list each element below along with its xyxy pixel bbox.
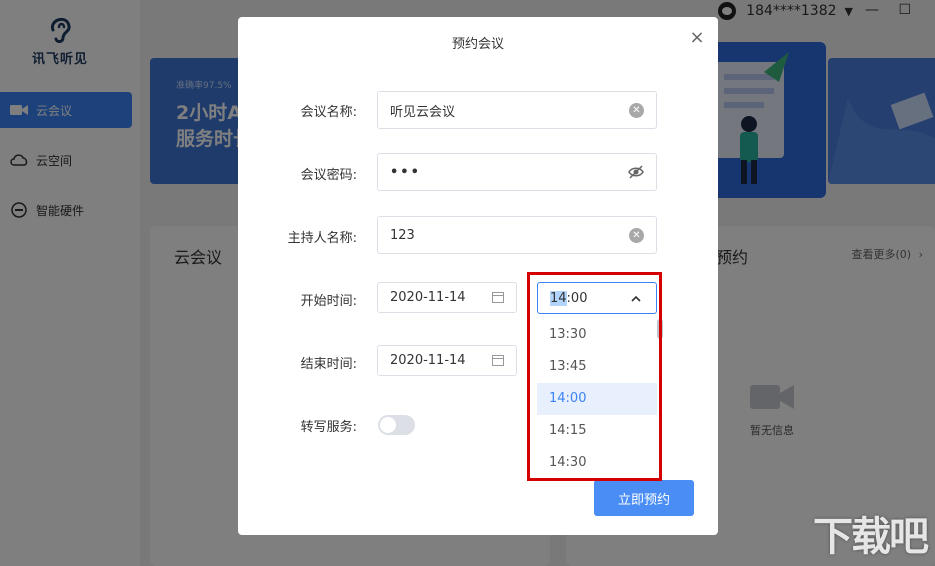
time-option[interactable]: 13:30	[537, 319, 657, 351]
calendar-icon	[492, 355, 504, 366]
close-icon[interactable]: ×	[688, 29, 706, 47]
meeting-name-field[interactable]: 听见云会议 ✕	[377, 91, 657, 129]
schedule-now-button[interactable]: 立即预约	[594, 480, 694, 516]
minute-text: :00	[566, 290, 588, 306]
end-time-label: 结束时间:	[300, 357, 357, 372]
start-time-select[interactable]: 14:00	[537, 282, 657, 314]
meeting-name-label: 会议名称:	[300, 105, 357, 120]
time-option[interactable]: 14:15	[537, 415, 657, 447]
host-name-value: 123	[390, 227, 415, 243]
toggle-knob	[380, 417, 396, 433]
schedule-meeting-dialog: 预约会议 × 会议名称: 听见云会议 ✕ 会议密码: ••• 主持人名称: 12…	[238, 17, 718, 535]
eye-off-icon[interactable]	[628, 164, 644, 180]
end-date-value: 2020-11-14	[390, 353, 466, 368]
start-date-field[interactable]: 2020-11-14	[377, 282, 517, 313]
time-option[interactable]: 13:45	[537, 351, 657, 383]
time-option[interactable]: 14:30	[537, 447, 657, 477]
meeting-password-label: 会议密码:	[300, 168, 357, 183]
meeting-name-value: 听见云会议	[390, 104, 456, 120]
dropdown-scrollbar[interactable]	[657, 319, 663, 339]
chevron-up-icon	[631, 295, 641, 302]
meeting-password-value: •••	[390, 164, 421, 180]
host-name-label: 主持人名称:	[287, 231, 357, 246]
time-options-dropdown: 13:30 13:45 14:00 14:15 14:30	[537, 319, 657, 477]
clear-icon[interactable]: ✕	[629, 103, 644, 118]
clear-icon[interactable]: ✕	[629, 228, 644, 243]
transcription-toggle[interactable]	[378, 415, 415, 435]
time-option-selected[interactable]: 14:00	[537, 383, 657, 415]
selected-hour-text: 14	[550, 290, 567, 306]
watermark: 下载吧	[813, 514, 929, 560]
start-time-label: 开始时间:	[300, 294, 357, 309]
end-date-field[interactable]: 2020-11-14	[377, 345, 517, 376]
dialog-title: 预约会议	[451, 37, 504, 52]
transcription-label: 转写服务:	[300, 420, 357, 435]
meeting-password-field[interactable]: •••	[377, 153, 657, 191]
app-window: 讯飞听见 云会议 云空间 智能硬件 184****1382 ▼ —	[0, 0, 935, 566]
start-date-value: 2020-11-14	[390, 290, 466, 305]
host-name-field[interactable]: 123 ✕	[377, 216, 657, 254]
calendar-icon	[492, 292, 504, 303]
